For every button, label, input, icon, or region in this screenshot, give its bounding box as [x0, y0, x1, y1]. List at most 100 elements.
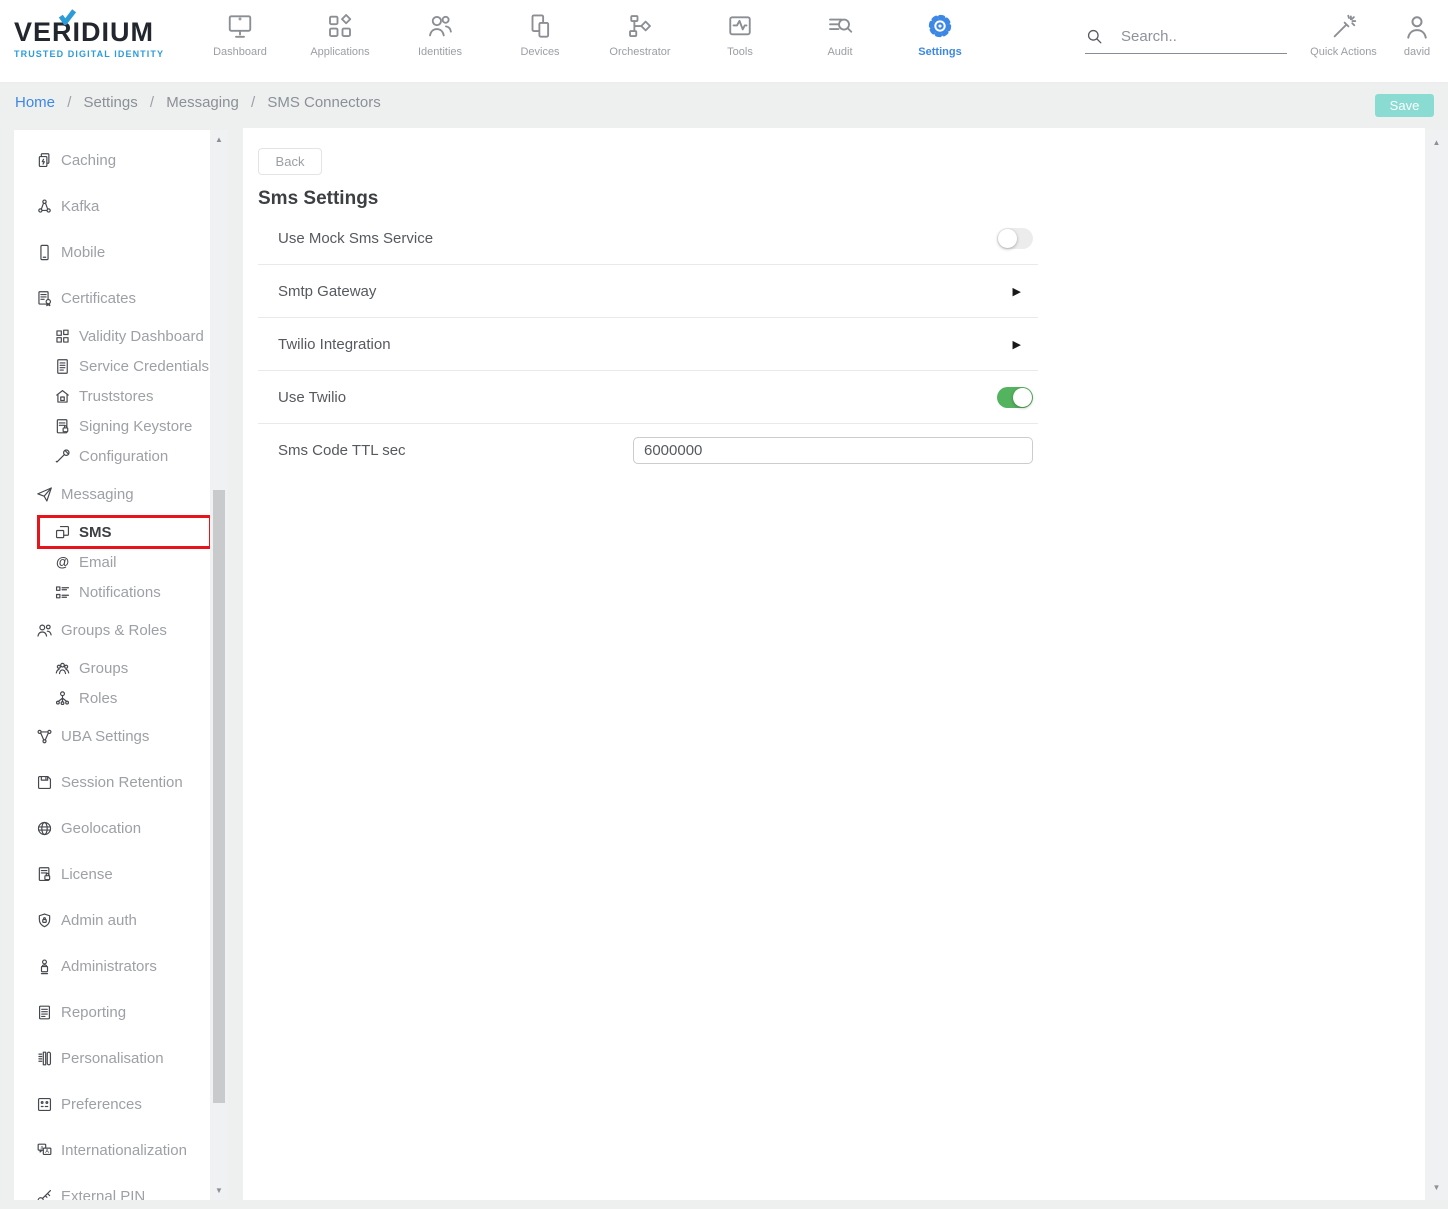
tools-icon: [725, 9, 755, 43]
groups-icon: [52, 658, 72, 678]
setting-row-sms-code-ttl-sec: Sms Code TTL sec: [258, 424, 1038, 477]
nav-audit[interactable]: Audit: [790, 9, 890, 58]
toggle-knob: [998, 229, 1017, 248]
breadcrumb-home[interactable]: Home: [15, 94, 55, 111]
sidebar-item-label: Groups & Roles: [61, 622, 167, 639]
sidebar-item-certificates[interactable]: Certificates: [14, 275, 228, 321]
sidebar-item-messaging[interactable]: Messaging: [14, 471, 228, 517]
translate-icon: Aa: [34, 1140, 54, 1160]
setting-row-use-mock-sms-service: Use Mock Sms Service: [258, 212, 1038, 265]
use-mock-sms-service-toggle[interactable]: [997, 228, 1033, 249]
top-navigation: Dashboard Applications IdentitiesDevicesOr…: [190, 9, 990, 58]
sidebar-item-label: Personalisation: [61, 1050, 164, 1067]
sidebar-item-label: Mobile: [61, 244, 105, 261]
svg-text:@: @: [55, 554, 68, 569]
arrow-right-icon[interactable]: ▶: [1013, 338, 1021, 351]
scroll-down-icon[interactable]: ▼: [1425, 1183, 1448, 1192]
page-scrollbar[interactable]: ▲ ▼: [1425, 130, 1448, 1200]
sidebar-item-sms[interactable]: SMS: [14, 517, 228, 547]
sidebar-item-caching[interactable]: Caching: [14, 137, 228, 183]
nav-identities[interactable]: Identities: [390, 9, 490, 58]
scroll-down-icon[interactable]: ▼: [210, 1186, 228, 1195]
wrench-icon: [52, 446, 72, 466]
sidebar-item-validity-dashboard[interactable]: Validity Dashboard: [14, 321, 228, 351]
nav-label: Dashboard: [213, 46, 267, 58]
paper-plane-icon: [34, 484, 54, 504]
sidebar-item-email[interactable]: @Email: [14, 547, 228, 577]
wand-icon: [1329, 10, 1359, 44]
sidebar-scrollbar[interactable]: ▲ ▼: [210, 130, 228, 1200]
sidebar-scrollbar-thumb[interactable]: [213, 490, 225, 1103]
gear-icon: [925, 9, 955, 43]
sidebar-item-groups-roles[interactable]: Groups & Roles: [14, 607, 228, 653]
sidebar-item-geolocation[interactable]: Geolocation: [14, 805, 228, 851]
sidebar-item-notifications[interactable]: Notifications: [14, 577, 228, 607]
setting-label: Sms Code TTL sec: [278, 442, 406, 459]
breadcrumb-messaging[interactable]: Messaging: [166, 94, 239, 111]
sidebar-item-service-credentials[interactable]: Service Credentials: [14, 351, 228, 381]
sidebar-item-kafka[interactable]: Kafka: [14, 183, 228, 229]
nav-settings[interactable]: Settings: [890, 9, 990, 58]
breadcrumb-separator: /: [243, 94, 263, 111]
sidebar-item-personalisation[interactable]: Personalisation: [14, 1035, 228, 1081]
sidebar-item-label: Internationalization: [61, 1142, 187, 1159]
nav-label: Settings: [918, 46, 961, 58]
veridium-logo[interactable]: VERIDIUM TRUSTED DIGITAL IDENTITY: [14, 13, 164, 59]
setting-label: Use Mock Sms Service: [278, 230, 433, 247]
setting-label: Use Twilio: [278, 389, 346, 406]
sidebar-item-label: Preferences: [61, 1096, 142, 1113]
sidebar-item-signing-keystore[interactable]: Signing Keystore: [14, 411, 228, 441]
breadcrumb: Home / Settings / Messaging / SMS Connec…: [15, 94, 381, 111]
applications-icon: [325, 9, 355, 43]
sms-code-ttl-sec-input[interactable]: [633, 437, 1033, 464]
sidebar-item-uba-settings[interactable]: UBA Settings: [14, 713, 228, 759]
back-button[interactable]: Back: [258, 148, 322, 175]
search-input[interactable]: [1121, 28, 1271, 45]
breadcrumb-sms-connectors: SMS Connectors: [267, 94, 380, 111]
nav-devices[interactable]: Devices: [490, 9, 590, 58]
sidebar-item-mobile[interactable]: Mobile: [14, 229, 228, 275]
nav-applications[interactable]: Applications: [290, 9, 390, 58]
sidebar-item-admin-auth[interactable]: Admin auth: [14, 897, 228, 943]
sidebar-item-roles[interactable]: Roles: [14, 683, 228, 713]
setting-label: Twilio Integration: [278, 336, 391, 353]
sidebar-item-internationalization[interactable]: Aa Internationalization: [14, 1127, 228, 1173]
scroll-up-icon[interactable]: ▲: [210, 135, 228, 144]
user-menu[interactable]: david: [1393, 10, 1441, 58]
orchestrator-icon: [625, 9, 655, 43]
sidebar-item-license[interactable]: License: [14, 851, 228, 897]
keystore-icon: [52, 416, 72, 436]
at-sign-icon: @: [52, 552, 72, 572]
breadcrumb-settings[interactable]: Settings: [84, 94, 138, 111]
audit-icon: [825, 9, 855, 43]
nav-label: Applications: [310, 46, 369, 58]
nav-tools[interactable]: Tools: [690, 9, 790, 58]
settings-rows: Use Mock Sms Service Smtp Gateway ▶ Twilio …: [258, 212, 1038, 477]
sidebar-item-groups[interactable]: Groups: [14, 653, 228, 683]
sidebar-item-preferences[interactable]: Preferences: [14, 1081, 228, 1127]
nav-dashboard[interactable]: Dashboard: [190, 9, 290, 58]
sidebar-item-label: Validity Dashboard: [79, 328, 204, 345]
sidebar-item-session-retention[interactable]: Session Retention: [14, 759, 228, 805]
sidebar-item-configuration[interactable]: Configuration: [14, 441, 228, 471]
sms-settings-panel: Back Sms Settings Use Mock Sms Service Sm…: [243, 128, 1425, 1200]
sidebar-item-external-pin[interactable]: External PIN: [14, 1173, 228, 1200]
arrow-right-icon[interactable]: ▶: [1013, 285, 1021, 298]
sidebar-item-reporting[interactable]: Reporting: [14, 989, 228, 1035]
sms-icon: [52, 522, 72, 542]
sidebar-item-label: Signing Keystore: [79, 418, 192, 435]
kafka-icon: [34, 196, 54, 216]
sidebar-item-truststores[interactable]: Truststores: [14, 381, 228, 411]
use-twilio-toggle[interactable]: [997, 387, 1033, 408]
nav-orchestrator[interactable]: Orchestrator: [590, 9, 690, 58]
user-name: david: [1404, 46, 1430, 58]
page-title: Sms Settings: [258, 188, 1425, 210]
brand-text: VERIDIUM: [14, 13, 164, 48]
scroll-up-icon[interactable]: ▲: [1425, 138, 1448, 147]
sidebar-item-administrators[interactable]: Administrators: [14, 943, 228, 989]
setting-label: Smtp Gateway: [278, 283, 376, 300]
notifications-list-icon: [52, 582, 72, 602]
setting-row-smtp-gateway: Smtp Gateway ▶: [258, 265, 1038, 318]
save-button[interactable]: Save: [1375, 94, 1434, 117]
quick-actions-button[interactable]: Quick Actions: [1301, 10, 1386, 58]
